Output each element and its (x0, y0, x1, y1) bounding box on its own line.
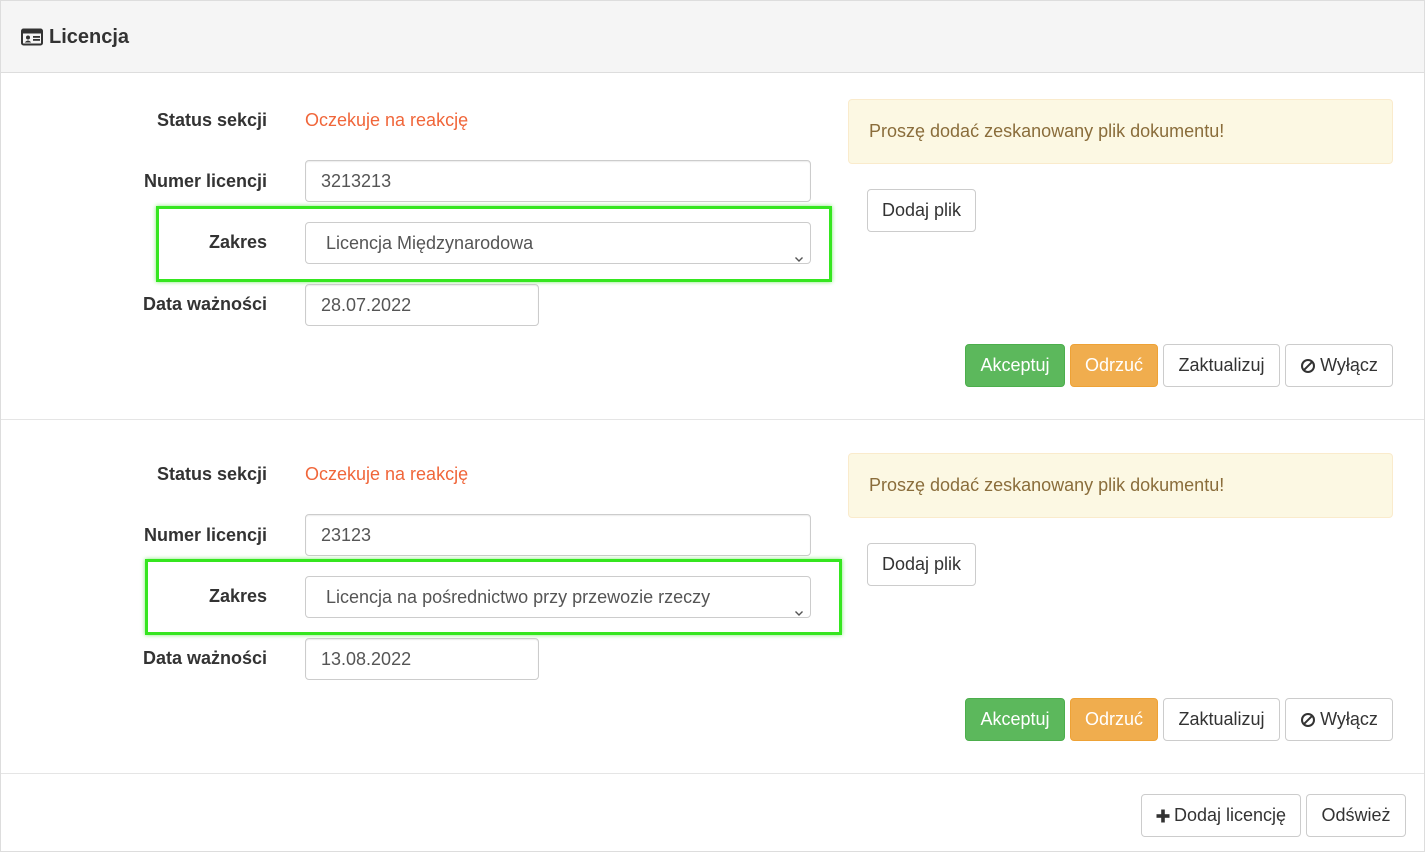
panel-title: Licencja (21, 25, 129, 49)
add-license-label: Dodaj licencję (1173, 805, 1287, 825)
id-card-icon (21, 28, 43, 46)
ban-icon (1301, 358, 1316, 373)
license-number-input[interactable] (305, 514, 811, 556)
license-section-2: Status sekcji Oczekuje na reakcję Numer … (1, 421, 1424, 774)
scope-select[interactable]: Licencja na pośrednictwo przy przewozie … (305, 576, 811, 618)
expiry-date-input[interactable] (305, 284, 539, 326)
accept-button[interactable]: Akceptuj (965, 344, 1065, 387)
panel-title-text: Licencja (49, 25, 130, 48)
chevron-down-icon (794, 238, 804, 262)
license-number-label: Numer licencji (143, 525, 267, 545)
scope-select[interactable]: Licencja Międzynarodowa (305, 222, 811, 264)
refresh-button[interactable]: Odśwież (1306, 794, 1406, 837)
status-value: Oczekuje na reakcję (305, 110, 469, 130)
scope-label: Zakres (208, 586, 267, 606)
add-license-button[interactable]: Dodaj licencję (1141, 794, 1301, 837)
disable-button[interactable]: Wyłącz (1285, 698, 1393, 741)
disable-button-label: Wyłącz (1320, 709, 1378, 729)
license-number-label: Numer licencji (143, 171, 267, 191)
panel-heading: Licencja (1, 1, 1424, 73)
update-button[interactable]: Zaktualizuj (1163, 698, 1280, 741)
add-file-button[interactable]: Dodaj plik (867, 189, 976, 232)
status-label: Status sekcji (156, 464, 267, 484)
scope-label: Zakres (208, 232, 267, 252)
license-panel: Licencja Status sekcji Oczekuje na reakc… (0, 0, 1425, 852)
ban-icon (1301, 712, 1316, 727)
disable-button[interactable]: Wyłącz (1285, 344, 1393, 387)
scope-select-value: Licencja Międzynarodowa (326, 233, 534, 253)
accept-button[interactable]: Akceptuj (965, 698, 1065, 741)
reject-button[interactable]: Odrzuć (1070, 344, 1158, 387)
status-label: Status sekcji (156, 110, 267, 130)
scope-select-value: Licencja na pośrednictwo przy przewozie … (326, 587, 711, 607)
chevron-down-icon (794, 592, 804, 616)
update-button[interactable]: Zaktualizuj (1163, 344, 1280, 387)
reject-button[interactable]: Odrzuć (1070, 698, 1158, 741)
license-section-1: Status sekcji Oczekuje na reakcję Numer … (1, 74, 1424, 420)
status-value: Oczekuje na reakcję (305, 464, 469, 484)
expiry-date-input[interactable] (305, 638, 539, 680)
expiry-date-label: Data ważności (142, 294, 267, 314)
missing-file-alert: Proszę dodać zeskanowany plik dokumentu! (848, 453, 1393, 518)
missing-file-alert: Proszę dodać zeskanowany plik dokumentu! (848, 99, 1393, 164)
plus-icon (1156, 809, 1170, 822)
license-number-input[interactable] (305, 160, 811, 202)
expiry-date-label: Data ważności (142, 648, 267, 668)
disable-button-label: Wyłącz (1320, 355, 1378, 375)
add-file-button[interactable]: Dodaj plik (867, 543, 976, 586)
